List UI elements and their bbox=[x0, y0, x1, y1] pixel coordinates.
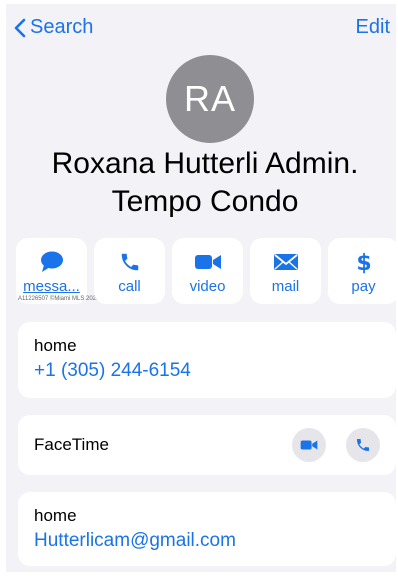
edit-button[interactable]: Edit bbox=[356, 16, 390, 39]
avatar: RA bbox=[166, 55, 254, 143]
video-label: video bbox=[189, 278, 226, 295]
chevron-left-icon bbox=[14, 18, 26, 37]
mail-label: mail bbox=[271, 278, 300, 295]
dollar-icon: $ bbox=[355, 250, 373, 274]
contact-screen: Search Edit RA Roxana Hutterli Admin. Te… bbox=[6, 4, 396, 572]
video-icon bbox=[300, 440, 318, 450]
phone-number[interactable]: +1 (305) 244-6154 bbox=[34, 360, 396, 382]
phone-card[interactable]: home +1 (305) 244-6154 bbox=[18, 322, 396, 398]
email-type-label: home bbox=[34, 506, 77, 525]
mail-button[interactable]: mail bbox=[250, 238, 321, 304]
phone-type-label: home bbox=[34, 336, 77, 355]
message-label: messa... bbox=[23, 278, 80, 295]
svg-text:$: $ bbox=[356, 251, 371, 274]
contact-name: Roxana Hutterli Admin. Tempo Condo bbox=[6, 145, 396, 221]
quick-actions: messa... A11226507 ©Miami MLS 2023 call … bbox=[16, 238, 396, 304]
call-label: call bbox=[118, 278, 141, 295]
facetime-label: FaceTime bbox=[34, 435, 109, 454]
facetime-card: FaceTime bbox=[18, 415, 396, 475]
mail-icon bbox=[273, 250, 299, 274]
watermark-text: A11226507 ©Miami MLS 2023 bbox=[18, 296, 100, 302]
pay-label: pay bbox=[351, 278, 376, 295]
message-icon bbox=[39, 250, 65, 274]
email-card[interactable]: home Hutterlicam@gmail.com bbox=[18, 492, 396, 566]
facetime-audio-button[interactable] bbox=[346, 428, 380, 462]
facetime-video-button[interactable] bbox=[292, 428, 326, 462]
message-button[interactable]: messa... A11226507 ©Miami MLS 2023 bbox=[16, 238, 99, 304]
contact-name-line1: Roxana Hutterli Admin. bbox=[51, 147, 359, 180]
facetime-buttons bbox=[272, 428, 380, 462]
video-button[interactable]: video bbox=[172, 238, 243, 304]
email-address[interactable]: Hutterlicam@gmail.com bbox=[34, 530, 396, 552]
phone-icon bbox=[357, 439, 369, 451]
back-label: Search bbox=[30, 16, 94, 38]
back-button[interactable]: Search bbox=[14, 16, 93, 39]
call-button[interactable]: call bbox=[94, 238, 165, 304]
pay-button[interactable]: $ pay bbox=[328, 238, 396, 304]
video-icon bbox=[194, 250, 222, 274]
phone-icon bbox=[119, 250, 141, 274]
contact-name-line2: Tempo Condo bbox=[111, 185, 299, 218]
